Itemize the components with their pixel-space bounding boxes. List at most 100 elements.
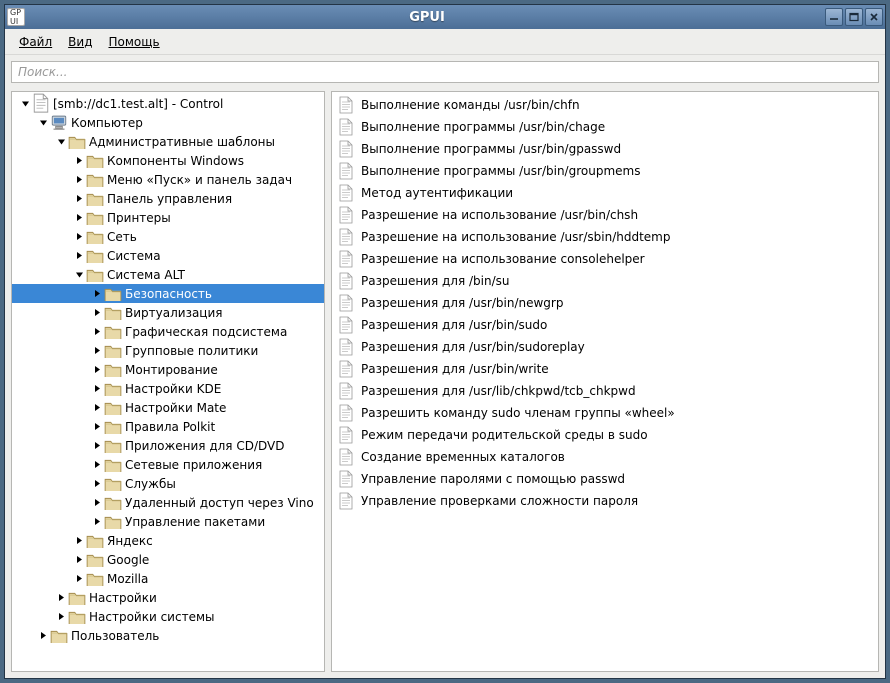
chevron-right-icon[interactable] [72, 251, 86, 260]
chevron-right-icon[interactable] [72, 574, 86, 583]
chevron-right-icon[interactable] [90, 479, 104, 488]
tree-row[interactable]: Правила Polkit [12, 417, 324, 436]
tree-item-label: Удаленный доступ через Vino [125, 496, 320, 510]
chevron-right-icon[interactable] [90, 498, 104, 507]
list-item[interactable]: Выполнение программы /usr/bin/gpasswd [332, 138, 878, 160]
chevron-right-icon[interactable] [36, 631, 50, 640]
list-item-label: Выполнение программы /usr/bin/chage [359, 120, 605, 134]
list-item[interactable]: Выполнение команды /usr/bin/chfn [332, 94, 878, 116]
chevron-right-icon[interactable] [72, 213, 86, 222]
chevron-right-icon[interactable] [90, 308, 104, 317]
tree-row[interactable]: Система ALT [12, 265, 324, 284]
menu-view[interactable]: Вид [60, 32, 100, 52]
folder-icon [86, 210, 104, 226]
chevron-down-icon[interactable] [36, 118, 50, 127]
chevron-down-icon[interactable] [54, 137, 68, 146]
tree-row[interactable]: Сетевые приложения [12, 455, 324, 474]
maximize-button[interactable] [845, 8, 863, 26]
list-item[interactable]: Разрешения для /usr/bin/newgrp [332, 292, 878, 314]
tree-row[interactable]: Компьютер [12, 113, 324, 132]
tree-row[interactable]: Mozilla [12, 569, 324, 588]
chevron-right-icon[interactable] [72, 555, 86, 564]
tree-row[interactable]: Настройки KDE [12, 379, 324, 398]
list-item[interactable]: Разрешения для /bin/su [332, 270, 878, 292]
tree-row[interactable]: Принтеры [12, 208, 324, 227]
tree-row[interactable]: [smb://dc1.test.alt] - Control [12, 94, 324, 113]
list-item[interactable]: Метод аутентификации [332, 182, 878, 204]
tree-row[interactable]: Групповые политики [12, 341, 324, 360]
tree-row[interactable]: Службы [12, 474, 324, 493]
tree-row[interactable]: Меню «Пуск» и панель задач [12, 170, 324, 189]
list-item[interactable]: Управление проверками сложности пароля [332, 490, 878, 512]
list-item[interactable]: Выполнение программы /usr/bin/groupmems [332, 160, 878, 182]
tree-row[interactable]: Google [12, 550, 324, 569]
tree-row[interactable]: Административные шаблоны [12, 132, 324, 151]
close-button[interactable] [865, 8, 883, 26]
tree-row[interactable]: Сеть [12, 227, 324, 246]
chevron-right-icon[interactable] [54, 612, 68, 621]
tree-row[interactable]: Настройки системы [12, 607, 324, 626]
tree-row[interactable]: Безопасность [12, 284, 324, 303]
menu-file[interactable]: Файл [11, 32, 60, 52]
chevron-right-icon[interactable] [90, 346, 104, 355]
page-icon [336, 139, 356, 159]
page-icon [336, 95, 356, 115]
menu-help[interactable]: Помощь [100, 32, 167, 52]
chevron-right-icon[interactable] [90, 289, 104, 298]
page-icon [336, 161, 356, 181]
chevron-right-icon[interactable] [90, 327, 104, 336]
chevron-right-icon[interactable] [90, 384, 104, 393]
tree-row[interactable]: Графическая подсистема [12, 322, 324, 341]
computer-icon [50, 115, 68, 131]
list-item[interactable]: Выполнение программы /usr/bin/chage [332, 116, 878, 138]
folder-icon [86, 552, 104, 568]
chevron-right-icon[interactable] [90, 441, 104, 450]
list-item[interactable]: Разрешить команду sudo членам группы «wh… [332, 402, 878, 424]
list-item[interactable]: Разрешения для /usr/lib/chkpwd/tcb_chkpw… [332, 380, 878, 402]
list-item-label: Режим передачи родительской среды в sudo [359, 428, 648, 442]
list-pane[interactable]: Выполнение команды /usr/bin/chfn Выполнен… [331, 91, 879, 672]
list-item[interactable]: Разрешение на использование /usr/bin/chs… [332, 204, 878, 226]
list-item[interactable]: Разрешения для /usr/bin/sudoreplay [332, 336, 878, 358]
list-item[interactable]: Разрешение на использование /usr/sbin/hd… [332, 226, 878, 248]
page-icon [336, 183, 356, 203]
tree-row[interactable]: Яндекс [12, 531, 324, 550]
tree-row[interactable]: Настройки [12, 588, 324, 607]
chevron-down-icon[interactable] [72, 270, 86, 279]
tree-pane[interactable]: [smb://dc1.test.alt] - ControlКомпьютерА… [11, 91, 325, 672]
tree-row[interactable]: Монтирование [12, 360, 324, 379]
tree-row[interactable]: Приложения для CD/DVD [12, 436, 324, 455]
tree-item-label: Групповые политики [125, 344, 264, 358]
chevron-right-icon[interactable] [72, 194, 86, 203]
list-item[interactable]: Управление паролями с помощью passwd [332, 468, 878, 490]
page-icon [336, 271, 356, 291]
tree-item-label: Настройки KDE [125, 382, 227, 396]
search-input[interactable] [11, 61, 879, 83]
tree-row[interactable]: Система [12, 246, 324, 265]
tree-row[interactable]: Пользователь [12, 626, 324, 645]
chevron-right-icon[interactable] [90, 422, 104, 431]
chevron-right-icon[interactable] [90, 460, 104, 469]
chevron-right-icon[interactable] [90, 517, 104, 526]
chevron-right-icon[interactable] [72, 232, 86, 241]
chevron-down-icon[interactable] [18, 99, 32, 108]
chevron-right-icon[interactable] [72, 156, 86, 165]
list-item[interactable]: Разрешения для /usr/bin/sudo [332, 314, 878, 336]
list-item[interactable]: Разрешения для /usr/bin/write [332, 358, 878, 380]
chevron-right-icon[interactable] [72, 175, 86, 184]
page-icon [336, 425, 356, 445]
chevron-right-icon[interactable] [54, 593, 68, 602]
chevron-right-icon[interactable] [72, 536, 86, 545]
list-item[interactable]: Режим передачи родительской среды в sudo [332, 424, 878, 446]
tree-row[interactable]: Настройки Mate [12, 398, 324, 417]
tree-row[interactable]: Удаленный доступ через Vino [12, 493, 324, 512]
tree-row[interactable]: Компоненты Windows [12, 151, 324, 170]
list-item[interactable]: Разрешение на использование consolehelpe… [332, 248, 878, 270]
chevron-right-icon[interactable] [90, 403, 104, 412]
tree-row[interactable]: Виртуализация [12, 303, 324, 322]
list-item[interactable]: Создание временных каталогов [332, 446, 878, 468]
chevron-right-icon[interactable] [90, 365, 104, 374]
tree-row[interactable]: Управление пакетами [12, 512, 324, 531]
tree-row[interactable]: Панель управления [12, 189, 324, 208]
minimize-button[interactable] [825, 8, 843, 26]
